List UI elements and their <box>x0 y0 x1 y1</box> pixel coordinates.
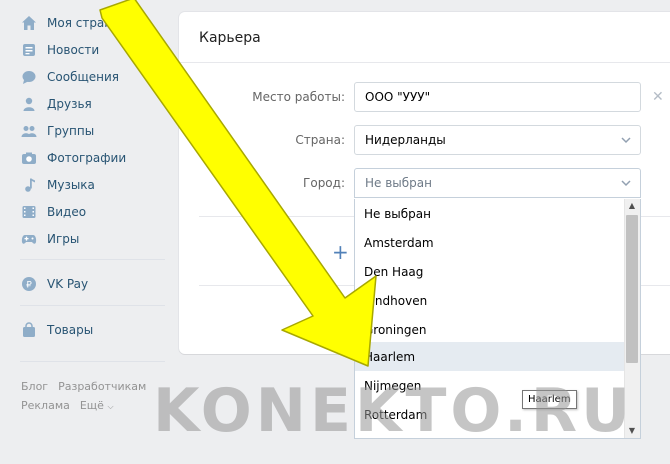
chevron-down-icon: ⌵ <box>107 402 114 411</box>
footer-link-developers[interactable]: Разработчикам <box>58 380 146 393</box>
country-value: Нидерланды <box>365 133 446 147</box>
sidebar-item-messages[interactable]: Сообщения <box>20 63 119 90</box>
city-label: Город: <box>303 176 345 190</box>
city-option-highlighted[interactable]: Haarlem <box>355 342 625 371</box>
city-option[interactable]: Rotterdam <box>355 400 625 429</box>
dropdown-scrollbar[interactable]: ▲ ▼ <box>624 199 640 438</box>
city-dropdown-list[interactable]: Не выбран Amsterdam Den Haag Eindhoven G… <box>354 199 641 439</box>
bag-icon <box>20 321 37 338</box>
sidebar: Моя страница Новости Сообщения Друзья Гр… <box>0 0 170 464</box>
sidebar-item-label: Моя страница <box>47 15 136 30</box>
footer-link-ads[interactable]: Реклама <box>21 399 70 412</box>
svg-text:₽: ₽ <box>26 280 32 290</box>
city-value: Не выбран <box>365 176 432 190</box>
groups-icon <box>20 122 37 139</box>
ruble-icon: ₽ <box>20 275 37 292</box>
home-icon <box>20 14 37 31</box>
option-tooltip: Haarlem <box>522 390 577 409</box>
card-title: Карьера <box>199 30 261 46</box>
friends-icon <box>20 95 37 112</box>
news-icon <box>20 41 37 58</box>
sidebar-item-label: Фотографии <box>47 150 127 165</box>
sidebar-item-photos[interactable]: Фотографии <box>20 144 126 171</box>
city-option[interactable]: Не выбран <box>355 199 625 228</box>
footer-more-label: Ещё <box>79 399 104 412</box>
sidebar-item-my-page[interactable]: Моя страница <box>20 9 135 36</box>
workplace-value: ООО "УУУ" <box>365 90 431 104</box>
country-select[interactable]: Нидерланды <box>354 125 641 155</box>
city-option[interactable]: Groningen <box>355 315 625 344</box>
scroll-down-icon[interactable]: ▼ <box>627 426 637 436</box>
messages-icon <box>20 68 37 85</box>
sidebar-item-label: Игры <box>47 231 80 246</box>
sidebar-item-label: Новости <box>47 42 100 57</box>
gamepad-icon <box>20 230 37 247</box>
sidebar-item-news[interactable]: Новости <box>20 36 99 63</box>
footer-link-blog[interactable]: Блог <box>21 380 48 393</box>
sidebar-item-label: Музыка <box>47 177 95 192</box>
scroll-up-icon[interactable]: ▲ <box>627 201 637 211</box>
sidebar-item-label: Группы <box>47 123 95 138</box>
country-label: Страна: <box>295 133 345 147</box>
sidebar-item-label: Товары <box>47 322 94 337</box>
footer-link-more[interactable]: Ещё ⌵ <box>80 399 114 412</box>
sidebar-item-vk-pay[interactable]: ₽ VK Pay <box>20 270 88 297</box>
workplace-input[interactable]: ООО "УУУ" <box>354 82 641 112</box>
city-option[interactable]: Eindhoven <box>355 286 625 315</box>
sidebar-divider <box>20 361 165 362</box>
sidebar-item-video[interactable]: Видео <box>20 198 86 225</box>
workplace-label: Место работы: <box>252 90 345 104</box>
sidebar-footer-row-2: Реклама Ещё ⌵ <box>21 399 114 412</box>
chevron-down-icon <box>621 180 631 187</box>
sidebar-item-label: Видео <box>47 204 87 219</box>
clear-workplace-icon[interactable]: ✕ <box>652 89 664 105</box>
sidebar-footer-row-1: Блог Разработчикам <box>21 380 146 393</box>
sidebar-item-goods[interactable]: Товары <box>20 316 93 343</box>
music-icon <box>20 176 37 193</box>
camera-icon <box>20 149 37 166</box>
sidebar-item-label: Сообщения <box>47 69 120 84</box>
city-option[interactable]: Amsterdam <box>355 228 625 257</box>
sidebar-item-music[interactable]: Музыка <box>20 171 95 198</box>
sidebar-item-label: VK Pay <box>47 276 89 291</box>
sidebar-item-groups[interactable]: Группы <box>20 117 94 144</box>
city-option[interactable]: Den Haag <box>355 257 625 286</box>
city-option[interactable]: Nijmegen <box>355 371 625 400</box>
sidebar-divider <box>20 259 165 260</box>
city-select[interactable]: Не выбран <box>354 168 641 198</box>
sidebar-divider <box>20 305 165 306</box>
add-workplace-button[interactable]: + <box>332 240 349 264</box>
video-icon <box>20 203 37 220</box>
sidebar-item-label: Друзья <box>47 96 92 111</box>
sidebar-item-games[interactable]: Игры <box>20 225 79 252</box>
card-header: Карьера <box>179 12 670 63</box>
scrollbar-thumb[interactable] <box>626 215 638 363</box>
chevron-down-icon <box>621 137 631 144</box>
sidebar-item-friends[interactable]: Друзья <box>20 90 92 117</box>
